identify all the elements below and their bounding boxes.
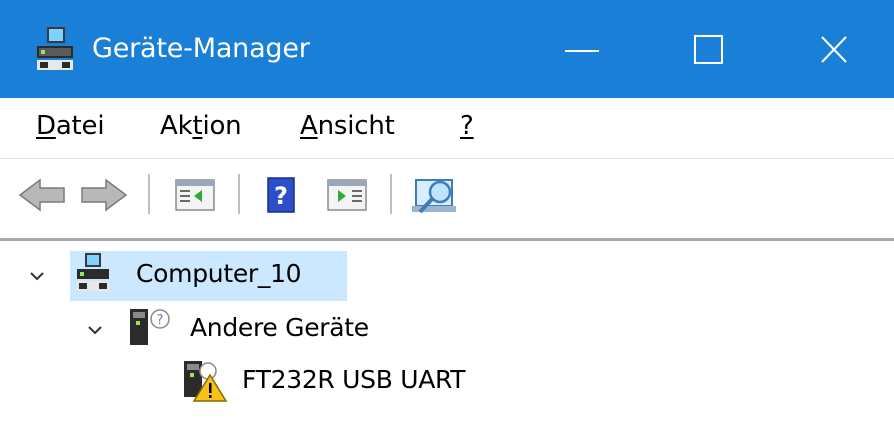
toolbar-separator [238, 174, 240, 214]
menu-divider [0, 158, 894, 159]
tree-item-ft232r[interactable]: FT232R USB UART [0, 359, 894, 405]
tree-item-andere-geraete[interactable]: ? Andere Geräte [0, 307, 894, 353]
properties-button[interactable] [324, 172, 370, 218]
back-arrow-icon [18, 178, 65, 212]
tree-label-computer: Computer_10 [136, 259, 302, 288]
help-button[interactable]: ? [262, 172, 302, 218]
device-warning-icon [182, 359, 228, 407]
forward-button[interactable] [78, 172, 128, 218]
device-tree[interactable]: Computer_10 ? Andere Geräte FT232R USB U… [0, 238, 894, 441]
toolbar: ? [0, 160, 894, 230]
menu-datei-accel: D [36, 111, 56, 141]
tree-label-ft232r: FT232R USB UART [242, 365, 466, 394]
maximize-icon [694, 35, 723, 64]
tree-label-andere-geraete: Andere Geräte [190, 313, 369, 342]
chevron-down-icon[interactable] [28, 267, 46, 285]
svg-text:?: ? [157, 313, 164, 328]
show-hide-console-tree-button[interactable] [172, 172, 218, 218]
maximize-button[interactable] [675, 22, 735, 78]
toolbar-separator [390, 174, 392, 214]
close-icon [821, 36, 847, 63]
menu-aktion[interactable]: Aktion [160, 109, 242, 143]
scan-hardware-icon [412, 179, 456, 214]
back-button[interactable] [18, 172, 68, 218]
title-bar[interactable]: Geräte-Manager [0, 0, 894, 98]
forward-arrow-icon [81, 178, 128, 212]
properties-icon [327, 179, 367, 211]
device-manager-icon [36, 26, 74, 72]
close-button[interactable] [800, 22, 860, 78]
computer-icon [76, 253, 110, 297]
menu-ansicht[interactable]: Ansicht [300, 109, 395, 143]
menu-aktion-post: ion [202, 111, 242, 141]
menu-datei-post: atei [55, 111, 105, 141]
help-icon: ? [267, 177, 295, 213]
toolbar-separator [148, 174, 150, 214]
scan-hardware-button[interactable] [410, 172, 462, 218]
minimize-icon [565, 50, 599, 52]
menu-bar: Datei Aktion Ansicht ? [0, 98, 894, 158]
menu-aktion-pre: Ak [160, 111, 193, 141]
menu-aktion-accel: t [192, 111, 203, 141]
menu-ansicht-post: nsicht [317, 111, 395, 141]
show-hide-console-tree-icon [175, 179, 215, 211]
chevron-down-icon[interactable] [86, 321, 104, 339]
menu-ansicht-accel: A [300, 111, 318, 141]
tree-item-computer[interactable]: Computer_10 [0, 253, 894, 299]
svg-text:?: ? [274, 182, 288, 210]
menu-datei[interactable]: Datei [36, 109, 105, 143]
menu-help[interactable]: ? [460, 109, 474, 143]
unknown-device-icon: ? [128, 307, 174, 353]
window-title: Geräte-Manager [92, 33, 310, 64]
minimize-button[interactable] [552, 22, 612, 78]
menu-help-accel: ? [460, 111, 474, 141]
